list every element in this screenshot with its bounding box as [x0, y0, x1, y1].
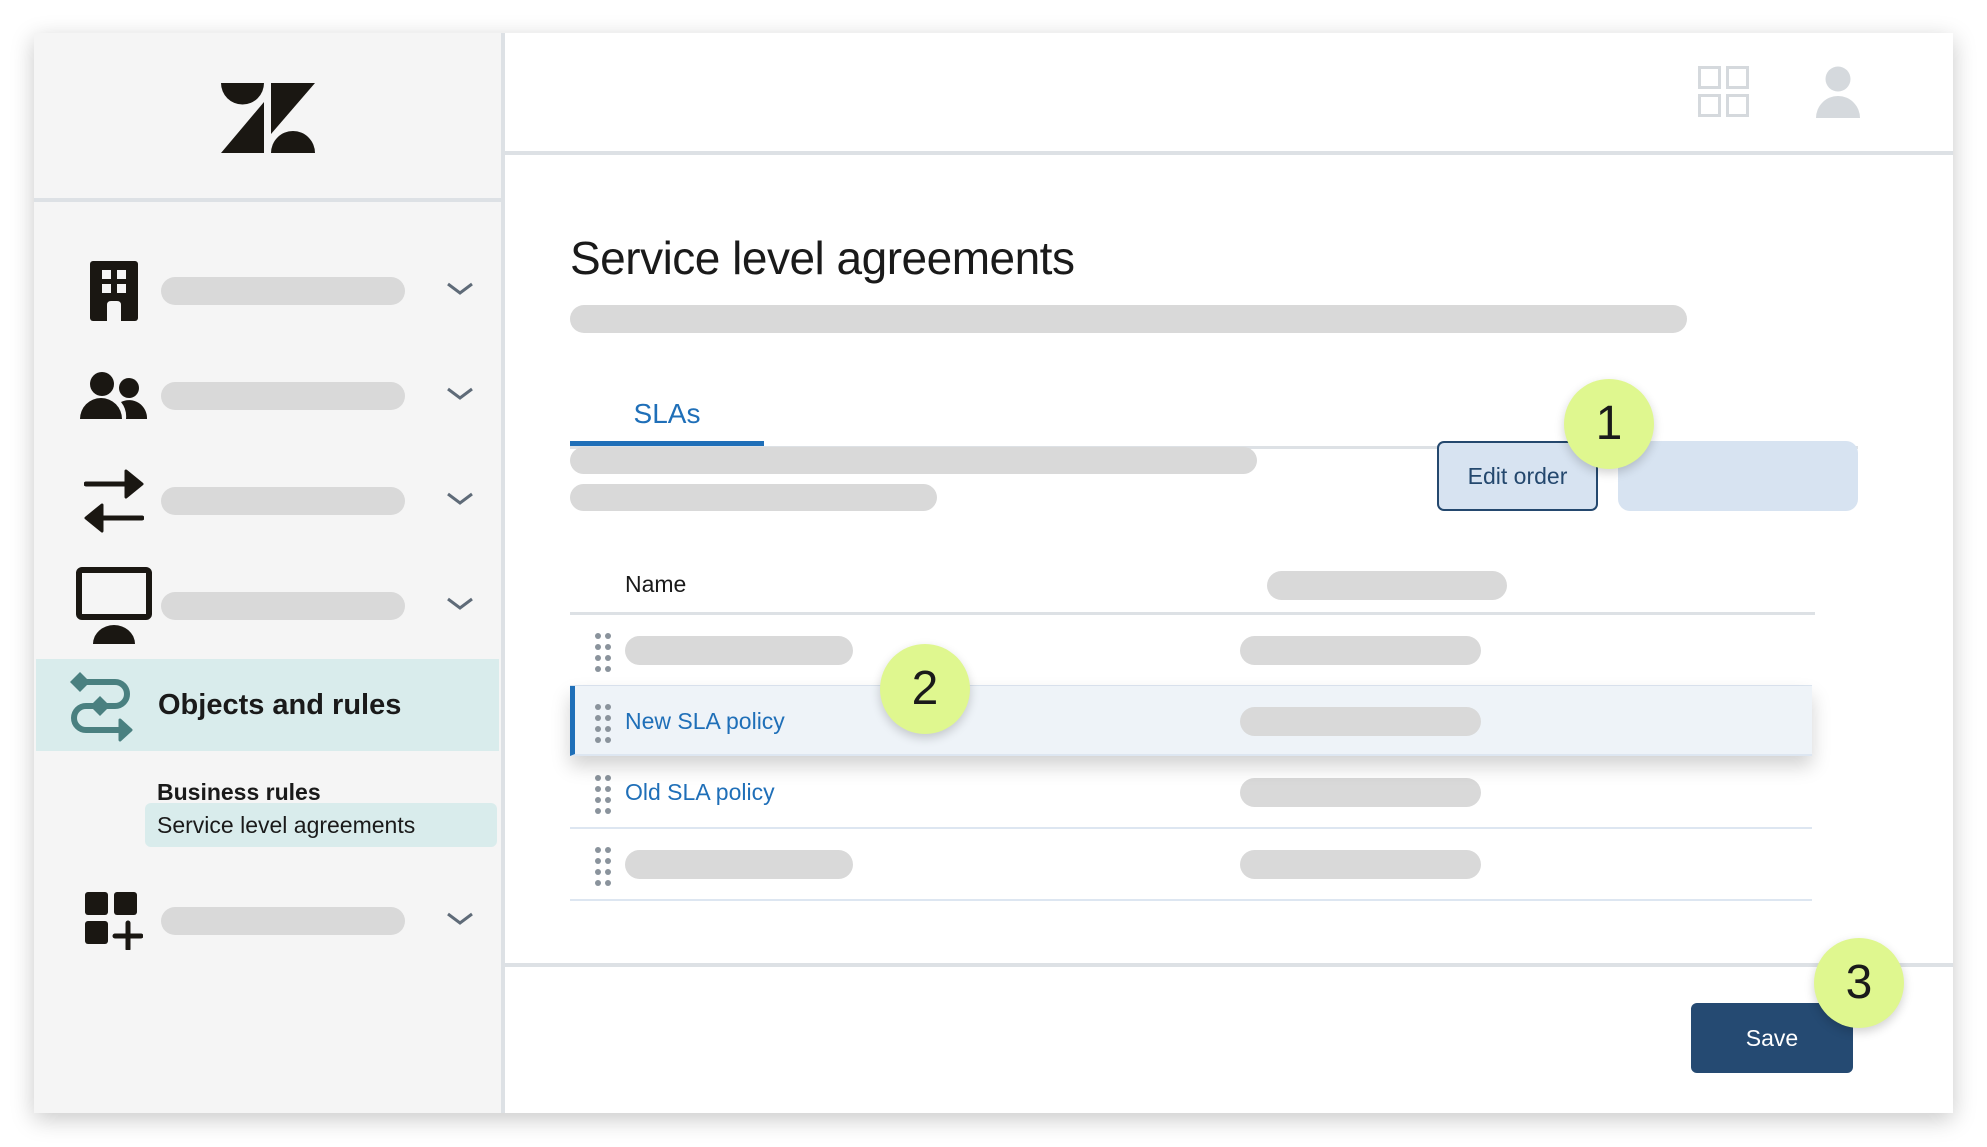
chevron-down-icon[interactable] — [445, 489, 475, 509]
sidebar: Objects and rules Business rules Service… — [34, 33, 505, 1113]
sidebar-item-label-placeholder — [161, 277, 405, 305]
sidebar-item-label-placeholder — [161, 487, 405, 515]
old-sla-policy-row[interactable]: Old SLA policy — [570, 757, 1812, 829]
add-policy-button[interactable] — [1618, 441, 1858, 511]
annotation-badge-2: 2 — [880, 644, 970, 734]
tab-slas[interactable]: SLAs — [570, 388, 764, 446]
row-name-placeholder — [625, 850, 853, 879]
sidebar-item-label-placeholder — [161, 592, 405, 620]
sidebar-subitem-label: Business rules — [157, 779, 321, 805]
row-value-placeholder — [1240, 636, 1481, 665]
row-name-placeholder — [625, 636, 853, 665]
sidebar-subitem-service-level-agreements[interactable]: Service level agreements — [145, 803, 497, 847]
column-header-name[interactable]: Name — [625, 571, 686, 597]
annotation-badge-3: 3 — [1814, 938, 1904, 1028]
top-bar — [505, 33, 1953, 155]
arrows-swap-icon — [64, 461, 164, 541]
column-header-placeholder — [1267, 571, 1507, 600]
table-header: Name — [570, 571, 1815, 615]
chevron-down-icon[interactable] — [445, 279, 475, 299]
new-sla-policy-row[interactable]: New SLA policy — [570, 686, 1812, 756]
table-row[interactable] — [570, 829, 1812, 901]
sidebar-item-workspaces[interactable] — [34, 566, 501, 646]
info-text-placeholder — [570, 447, 1257, 474]
drag-handle-icon[interactable] — [594, 633, 612, 673]
sidebar-item-label-placeholder — [161, 907, 405, 935]
row-value-placeholder — [1240, 778, 1481, 807]
description-placeholder — [570, 305, 1687, 333]
sidebar-item-label-placeholder — [161, 382, 405, 410]
user-avatar-icon[interactable] — [1815, 66, 1861, 118]
annotation-badge-1: 1 — [1564, 379, 1654, 469]
monitor-icon — [64, 566, 164, 646]
row-value-placeholder — [1240, 850, 1481, 879]
sidebar-item-objects-and-rules[interactable]: Objects and rules — [36, 659, 499, 751]
info-text-placeholder — [570, 484, 937, 511]
workflow-icon — [70, 672, 133, 742]
sidebar-item-organizations[interactable] — [34, 251, 501, 331]
chevron-down-icon[interactable] — [445, 909, 475, 929]
sla-policy-link[interactable]: New SLA policy — [625, 686, 785, 756]
table-row[interactable] — [570, 615, 1812, 687]
chevron-down-icon[interactable] — [445, 594, 475, 614]
tab-list: SLAs — [570, 388, 1858, 449]
add-apps-icon — [64, 881, 164, 961]
building-icon — [64, 251, 164, 331]
logo-area — [34, 33, 501, 202]
drag-handle-icon[interactable] — [594, 704, 612, 744]
drag-handle-icon[interactable] — [594, 775, 612, 815]
page-title: Service level agreements — [570, 232, 1075, 284]
sidebar-item-label: Objects and rules — [158, 689, 402, 721]
sidebar-item-channels[interactable] — [34, 461, 501, 541]
app-window: Objects and rules Business rules Service… — [34, 33, 1953, 1113]
zendesk-logo-icon[interactable] — [221, 83, 315, 153]
sidebar-item-people[interactable] — [34, 356, 501, 436]
drag-handle-icon[interactable] — [594, 847, 612, 887]
sidebar-item-apps-integrations[interactable] — [34, 881, 501, 961]
sidebar-subitem-label: Service level agreements — [157, 812, 416, 838]
users-icon — [64, 356, 164, 436]
sla-policy-link[interactable]: Old SLA policy — [625, 757, 775, 827]
chevron-down-icon[interactable] — [445, 384, 475, 404]
footer-divider — [505, 963, 1953, 967]
apps-grid-icon[interactable] — [1698, 66, 1750, 118]
row-value-placeholder — [1240, 707, 1481, 736]
